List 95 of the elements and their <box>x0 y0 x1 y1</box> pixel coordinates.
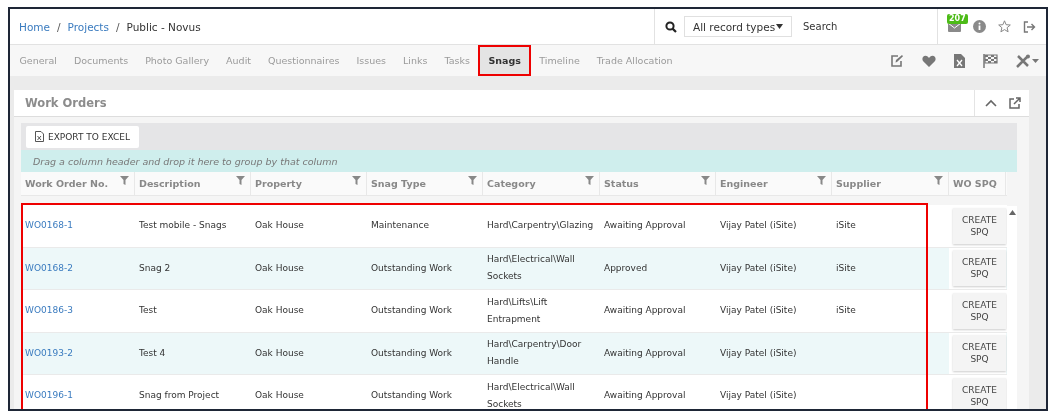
create-spq-button[interactable]: CREATE SPQ <box>953 292 1006 329</box>
notification-badge: 207 <box>947 13 968 24</box>
work-order-link[interactable]: WO0168-2 <box>25 259 73 277</box>
snag-type-cell-text: Maintenance <box>371 219 429 233</box>
create-spq-button[interactable]: CREATE SPQ <box>953 207 1006 244</box>
column-header[interactable]: Snag Type <box>371 178 426 189</box>
description-cell-text: Snag 2 <box>139 261 171 275</box>
breadcrumb-link[interactable]: Home <box>19 20 50 33</box>
tab[interactable]: Issues <box>348 45 395 76</box>
excel-file-icon[interactable] <box>954 53 965 68</box>
snag-type-cell-text: Outstanding Work <box>371 389 453 403</box>
engineer-cell-text: Vijay Patel (iSite) <box>720 304 797 318</box>
property-cell-text: Oak House <box>255 389 304 403</box>
collapse-icon[interactable] <box>985 99 997 107</box>
snag-type-cell-text: Outstanding Work <box>371 304 453 318</box>
column-header[interactable]: Engineer <box>720 178 768 189</box>
star-icon[interactable] <box>998 20 1011 33</box>
panel-title: Work Orders <box>24 96 108 110</box>
tab[interactable]: Questionnaires <box>259 45 348 76</box>
category-cell-text: Hard\Carpentry\Glazing <box>487 219 594 233</box>
property-cell-text: Oak House <box>255 219 304 233</box>
filter-icon[interactable] <box>585 176 594 185</box>
filter-icon[interactable] <box>701 176 710 185</box>
work-order-link[interactable]: WO0168-1 <box>25 217 73 235</box>
scroll-up-icon[interactable] <box>1008 210 1016 215</box>
property-cell-text: Oak House <box>255 304 304 318</box>
external-link-icon[interactable] <box>1009 97 1021 109</box>
status-cell-text: Awaiting Approval <box>604 304 686 318</box>
create-spq-button[interactable]: CREATE SPQ <box>953 335 1006 372</box>
edit-icon[interactable] <box>890 53 904 68</box>
filter-icon[interactable] <box>468 176 477 185</box>
column-header[interactable]: WO SPQ <box>953 178 997 189</box>
excel-file-icon <box>35 131 44 142</box>
status-cell-text: Awaiting Approval <box>604 219 686 233</box>
filter-icon[interactable] <box>236 176 245 185</box>
engineer-cell-text: Vijay Patel (iSite) <box>720 219 797 233</box>
engineer-cell-text: Vijay Patel (iSite) <box>720 389 797 403</box>
work-order-link[interactable]: WO0186-3 <box>25 302 73 320</box>
work-order-link[interactable]: WO0196-1 <box>25 387 73 405</box>
breadcrumb-current: Public - Novus <box>126 20 201 33</box>
description-cell-text: Test 4 <box>139 346 166 360</box>
heart-icon[interactable] <box>922 54 936 67</box>
filter-icon[interactable] <box>352 176 361 185</box>
column-header[interactable]: Description <box>139 178 201 189</box>
filter-icon[interactable] <box>120 176 129 185</box>
record-type-dropdown[interactable]: All record types <box>684 16 792 37</box>
filter-icon[interactable] <box>817 176 826 185</box>
breadcrumb-link[interactable]: Projects <box>67 20 109 33</box>
supplier-cell-text: iSite <box>836 219 856 233</box>
breadcrumb-separator: / <box>115 20 120 33</box>
tab[interactable]: Links <box>394 45 436 76</box>
tab[interactable]: General <box>11 45 66 76</box>
column-header[interactable]: Property <box>255 178 302 189</box>
property-cell-text: Oak House <box>255 346 304 360</box>
export-button[interactable]: EXPORT TO EXCEL <box>26 125 139 148</box>
column-header[interactable]: Work Order No. <box>25 178 109 189</box>
description-cell-text: Test mobile - Snags <box>139 219 227 233</box>
tab[interactable]: Tasks <box>435 45 479 76</box>
caret-icon <box>776 24 783 29</box>
info-icon[interactable] <box>973 20 986 33</box>
status-cell-text: Awaiting Approval <box>604 389 686 403</box>
tab[interactable]: Trade Allocation <box>588 45 682 76</box>
engineer-cell-text: Vijay Patel (iSite) <box>720 346 797 360</box>
checkered-flag-icon[interactable] <box>983 53 998 68</box>
work-order-link[interactable]: WO0193-2 <box>25 344 73 362</box>
scrollbar[interactable] <box>1007 206 1017 409</box>
tab[interactable]: Snags <box>478 45 531 76</box>
create-spq-button[interactable]: CREATE SPQ <box>953 250 1006 287</box>
breadcrumb-separator: / <box>57 20 61 33</box>
tab[interactable]: Timeline <box>530 45 589 76</box>
category-cell-text: Hard\Carpentry\Door Handle <box>487 338 583 369</box>
snag-type-cell-text: Outstanding Work <box>371 261 453 275</box>
engineer-cell-text: Vijay Patel (iSite) <box>720 261 797 275</box>
logout-icon[interactable] <box>1023 20 1036 33</box>
description-cell-text: Snag from Project <box>139 389 220 403</box>
tab[interactable]: Photo Gallery <box>136 45 218 76</box>
column-header[interactable]: Supplier <box>836 178 881 189</box>
status-cell-text: Approved <box>604 261 648 275</box>
category-cell-text: Hard\Lifts\Lift Entrapment <box>487 295 549 326</box>
supplier-cell-text: iSite <box>836 261 856 275</box>
snag-type-cell-text: Outstanding Work <box>371 346 453 360</box>
tab[interactable]: Documents <box>65 45 137 76</box>
status-cell-text: Awaiting Approval <box>604 346 686 360</box>
category-cell-text: Hard\Electrical\Wall Sockets <box>487 253 576 284</box>
category-cell-text: Hard\Electrical\Wall Sockets <box>487 380 576 409</box>
filter-icon[interactable] <box>934 176 943 185</box>
tab[interactable]: Audit <box>217 45 260 76</box>
column-header[interactable]: Status <box>604 178 639 189</box>
search-icon[interactable] <box>665 20 677 33</box>
property-cell-text: Oak House <box>255 261 304 275</box>
column-header[interactable]: Category <box>487 178 536 189</box>
group-by-hint: Drag a column header and drop it here to group by that column <box>21 150 1017 172</box>
description-cell-text: Test <box>139 304 157 318</box>
create-spq-button[interactable]: CREATE SPQ <box>953 377 1006 409</box>
supplier-cell-text: iSite <box>836 304 856 318</box>
